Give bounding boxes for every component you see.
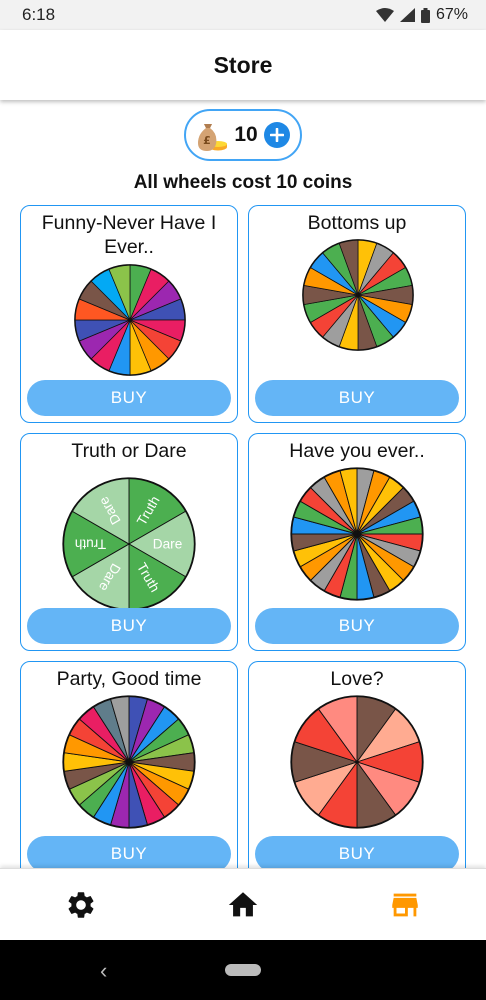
- svg-text:£: £: [203, 134, 211, 147]
- add-coins-button[interactable]: [263, 122, 290, 148]
- wifi-icon: [375, 8, 394, 22]
- wheel-icon: [290, 467, 424, 601]
- wheel-icon: [290, 695, 424, 829]
- wheel-title: Love?: [330, 668, 384, 690]
- page-title: Store: [213, 51, 273, 78]
- wheel-card-2: Truth or Dare Truth Dare Truth Dare Truth Dar…: [20, 433, 238, 651]
- wheel-card-1: Bottoms up BUY: [248, 205, 466, 423]
- nav-home[interactable]: [213, 875, 273, 935]
- buy-button[interactable]: BUY: [255, 836, 459, 868]
- nav-store[interactable]: [375, 875, 435, 935]
- signal-icon: [399, 8, 415, 22]
- wheel-card-0: Funny-Never Have I Ever.. BUY: [20, 205, 238, 423]
- bottom-navigation: [0, 868, 486, 940]
- wheel-card-5: Love? BUY: [248, 661, 466, 868]
- app-bar: Store: [0, 30, 486, 100]
- wheel-title: Truth or Dare: [71, 440, 187, 462]
- gear-icon: [68, 891, 94, 918]
- store-content[interactable]: £ 10 All wheels cost 10 coins Funny-Neve…: [0, 100, 486, 868]
- wheel-title: Have you ever..: [289, 440, 425, 462]
- back-icon[interactable]: ‹: [100, 958, 107, 984]
- home-icon: [228, 891, 258, 916]
- wheel-card-4: Party, Good time BUY: [20, 661, 238, 868]
- wheel-icon: TruthDareTruthDareTruthDare: [62, 477, 196, 611]
- buy-button[interactable]: BUY: [27, 836, 231, 868]
- home-pill[interactable]: [225, 964, 261, 976]
- buy-button[interactable]: BUY: [27, 380, 231, 416]
- system-navigation-bar: ‹: [0, 940, 486, 1000]
- wheel-title: Party, Good time: [56, 668, 202, 690]
- money-bag-icon: £: [198, 124, 228, 151]
- wheel-icon: [74, 264, 186, 376]
- status-time: 6:18: [22, 5, 56, 24]
- wheel-icon: [302, 239, 414, 351]
- battery-icon: [420, 7, 430, 23]
- wheel-card-3: Have you ever.. BUY: [248, 433, 466, 651]
- battery-level: 67%: [435, 6, 468, 23]
- nav-settings[interactable]: [51, 875, 111, 935]
- wheel-title: Funny-Never Have I Ever..: [41, 212, 217, 258]
- buy-button[interactable]: BUY: [255, 608, 459, 644]
- wheel-segment-label: Truth: [75, 536, 106, 551]
- cost-notice: All wheels cost 10 coins: [133, 172, 353, 193]
- status-bar: 6:18 67%: [0, 0, 486, 30]
- buy-button[interactable]: BUY: [255, 380, 459, 416]
- store-icon: [392, 893, 418, 916]
- status-icons: 67%: [375, 6, 468, 24]
- coin-balance[interactable]: £ 10: [184, 109, 302, 161]
- coin-count: 10: [234, 123, 258, 146]
- wheel-icon: [62, 695, 196, 829]
- wheel-title: Bottoms up: [307, 212, 407, 234]
- plus-icon: [269, 128, 284, 142]
- wheel-segment-label: Dare: [153, 537, 182, 552]
- buy-button[interactable]: BUY: [27, 608, 231, 644]
